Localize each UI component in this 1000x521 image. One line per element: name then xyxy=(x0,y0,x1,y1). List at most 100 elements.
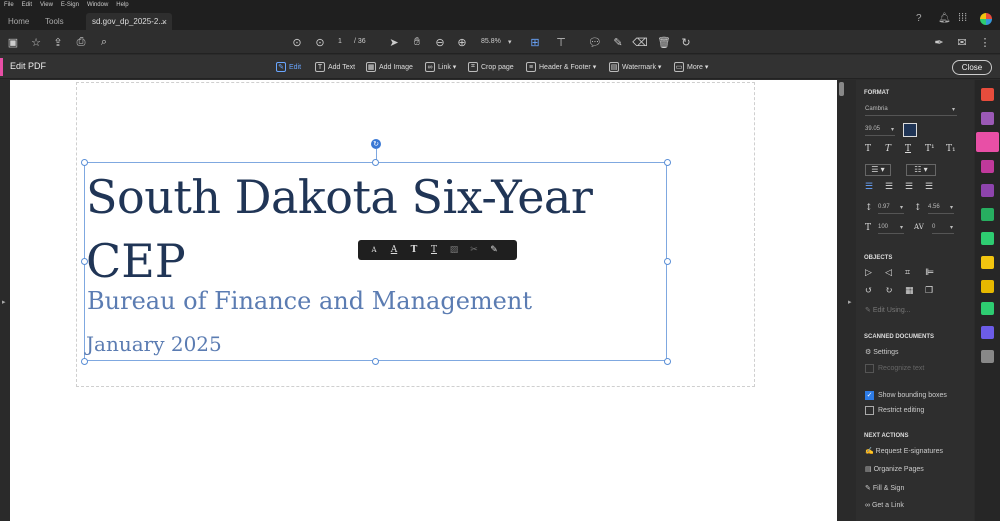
align-center-icon[interactable]: ☰ xyxy=(885,182,893,192)
text-style-normal-icon[interactable]: T xyxy=(865,144,871,154)
print-production-icon[interactable] xyxy=(981,302,994,315)
replace-image-icon[interactable]: ▦ xyxy=(905,286,914,296)
apps-grid-icon[interactable]: ⁞⁞⁞ xyxy=(958,12,967,24)
zoom-out-icon[interactable]: ⊖ xyxy=(433,35,447,49)
upload-icon[interactable]: ⇪ xyxy=(51,35,65,49)
resize-handle-tc[interactable] xyxy=(372,159,379,166)
menu-view[interactable]: View xyxy=(40,2,53,8)
tab-document[interactable]: sd.gov_dp_2025-2... × xyxy=(86,13,172,30)
comment-icon[interactable]: 💬︎ xyxy=(588,35,602,49)
edit-pdf-icon[interactable] xyxy=(976,132,999,152)
edit-tool[interactable]: ✎ Edit xyxy=(276,61,301,73)
superscript-icon[interactable]: T¹ xyxy=(925,144,935,154)
bullet-list-button[interactable]: ☰ ▾ xyxy=(865,164,891,176)
link-tool[interactable]: ∞ Link ▾ xyxy=(425,61,456,73)
tab-home[interactable]: Home xyxy=(8,13,29,30)
resize-handle-br[interactable] xyxy=(664,358,671,365)
rotate-cw-icon[interactable]: ↻ xyxy=(885,286,893,296)
document-subtitle[interactable]: Bureau of Finance and Management xyxy=(87,287,532,315)
organize-pages-action[interactable]: ▤ Organize Pages xyxy=(865,465,924,473)
line-spacing-select[interactable]: 0.97 ▾ xyxy=(878,204,904,214)
edit-pen-icon[interactable]: ✎ xyxy=(484,242,504,258)
highlight-pen-icon[interactable]: ✎ xyxy=(611,35,625,49)
export-pdf-icon[interactable] xyxy=(981,88,994,101)
arrange-icon[interactable]: ❐ xyxy=(925,286,933,296)
paragraph-spacing-select[interactable]: 4.56 ▾ xyxy=(928,204,954,214)
print-icon[interactable]: ⎙ xyxy=(74,35,88,49)
comment-tool-icon[interactable] xyxy=(981,160,994,173)
profile-avatar[interactable] xyxy=(980,13,992,25)
character-spacing-select[interactable]: 0 ▾ xyxy=(932,224,954,234)
zoom-level[interactable]: 85.8% xyxy=(481,38,501,45)
shield-icon[interactable] xyxy=(981,326,994,339)
eraser-icon[interactable]: ⌫ xyxy=(632,35,648,49)
select-cursor-icon[interactable]: ➤ xyxy=(387,35,401,49)
crop-page-tool[interactable]: ⌗ Crop page xyxy=(468,61,514,73)
star-icon[interactable]: ☆ xyxy=(29,35,43,49)
fill-tool-icon[interactable] xyxy=(981,280,994,293)
left-panel-toggle[interactable]: ▸ xyxy=(0,80,10,521)
zoom-in-icon[interactable]: ⊕ xyxy=(455,35,469,49)
recognize-text-checkbox[interactable] xyxy=(865,364,874,373)
scrollbar-thumb[interactable] xyxy=(839,82,844,96)
resize-handle-tl[interactable] xyxy=(81,159,88,166)
show-bounding-boxes-checkbox[interactable]: ✓ xyxy=(865,391,874,400)
settings-button[interactable]: ⚙ Settings xyxy=(865,348,899,356)
font-color-swatch[interactable] xyxy=(903,123,917,137)
right-panel-toggle[interactable]: ▸ xyxy=(846,80,856,521)
resize-handle-bc[interactable] xyxy=(372,358,379,365)
hand-tool-icon[interactable]: ✋︎ xyxy=(410,35,424,49)
protect-tool-icon[interactable] xyxy=(981,256,994,269)
delete-icon[interactable]: 🗑︎ xyxy=(657,35,671,49)
cut-icon[interactable]: ✂ xyxy=(464,242,484,258)
resize-handle-bl[interactable] xyxy=(81,358,88,365)
more-options-icon[interactable]: ⋮ xyxy=(978,35,992,49)
document-title-line2[interactable]: CEP xyxy=(86,234,186,288)
align-left-icon[interactable]: ☰ xyxy=(865,182,873,192)
align-justify-icon[interactable]: ☰ xyxy=(925,182,933,192)
prev-page-icon[interactable]: ⊙ xyxy=(290,35,304,49)
horizontal-scale-select[interactable]: 100 ▾ xyxy=(878,224,904,234)
font-family-select[interactable]: Cambria ▾ xyxy=(865,106,957,116)
zoom-dropdown-icon[interactable]: ▾ xyxy=(508,38,512,46)
watermark-tool[interactable]: ▤ Watermark ▾ xyxy=(609,61,661,73)
subscript-icon[interactable]: T₁ xyxy=(946,144,956,154)
header-footer-tool[interactable]: ≡ Header & Footer ▾ xyxy=(526,61,596,73)
text-underline-icon[interactable]: T xyxy=(905,144,911,154)
page-number-input[interactable]: 1 xyxy=(338,38,342,45)
page-view-icon[interactable]: ⊞ xyxy=(528,35,542,49)
more-tools-icon[interactable] xyxy=(981,350,994,363)
vertical-scrollbar[interactable] xyxy=(837,80,846,521)
add-text-tool[interactable]: T Add Text xyxy=(315,61,355,73)
flip-triangle-icon[interactable]: ▷ xyxy=(865,268,872,278)
numbered-list-button[interactable]: ☷ ▾ xyxy=(906,164,936,176)
sign-tool-icon[interactable] xyxy=(981,184,994,197)
underline-icon[interactable]: T xyxy=(424,242,444,258)
document-title-line1[interactable]: South Dakota Six-Year xyxy=(86,170,593,224)
close-button[interactable]: Close xyxy=(952,60,992,75)
text-italic-icon[interactable]: T xyxy=(885,144,891,154)
highlight-icon[interactable]: ▨ xyxy=(444,242,464,258)
rotate-handle-icon[interactable]: ↻ xyxy=(371,139,381,149)
close-tab-icon[interactable]: × xyxy=(162,17,167,27)
menu-edit[interactable]: Edit xyxy=(22,2,32,8)
edit-using-select[interactable]: ✎ Edit Using... xyxy=(865,306,911,314)
next-page-icon[interactable]: ⊙ xyxy=(313,35,327,49)
menu-file[interactable]: File xyxy=(4,2,14,8)
rotate-icon[interactable]: ↻ xyxy=(679,35,693,49)
add-image-tool[interactable]: ▦ Add Image xyxy=(366,61,413,73)
scan-tool-icon[interactable] xyxy=(981,232,994,245)
document-date[interactable]: January 2025 xyxy=(86,332,222,356)
fill-sign-action[interactable]: ✎ Fill & Sign xyxy=(865,484,904,492)
sign-icon[interactable]: ✒ xyxy=(932,35,946,49)
crop-image-icon[interactable]: ⌗ xyxy=(905,268,910,278)
resize-handle-mr[interactable] xyxy=(664,258,671,265)
rotate-ccw-icon[interactable]: ↺ xyxy=(865,286,873,296)
decrease-font-icon[interactable]: A xyxy=(364,242,384,258)
create-pdf-icon[interactable] xyxy=(981,112,994,125)
bell-icon[interactable]: 🔔︎ xyxy=(938,13,951,24)
more-tool[interactable]: ▭ More ▾ xyxy=(674,61,708,73)
resize-handle-tr[interactable] xyxy=(664,159,671,166)
expand-left-icon[interactable]: ▸ xyxy=(2,298,6,306)
get-link-action[interactable]: ∞ Get a Link xyxy=(865,502,904,509)
